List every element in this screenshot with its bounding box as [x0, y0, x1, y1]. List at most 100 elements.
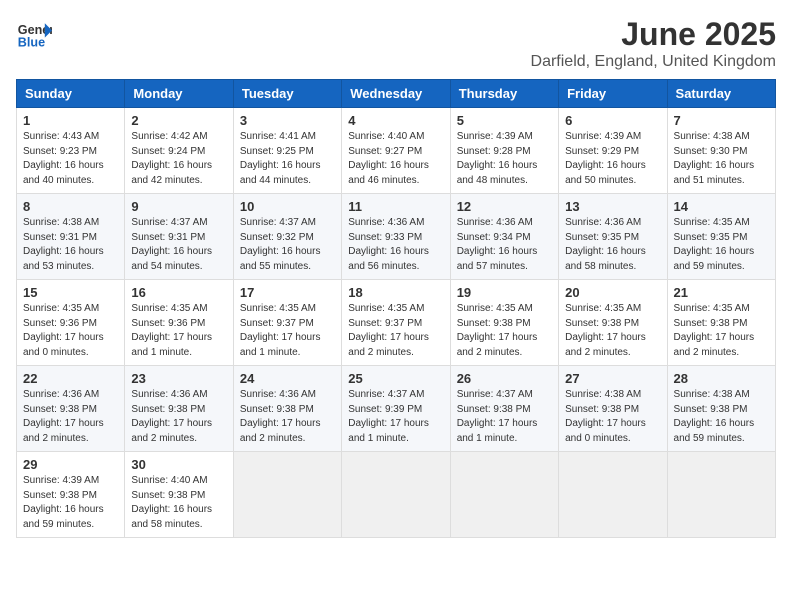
header-tuesday: Tuesday — [233, 80, 341, 108]
calendar-cell: 9 Sunrise: 4:37 AM Sunset: 9:31 PM Daylig… — [125, 194, 233, 280]
header-wednesday: Wednesday — [342, 80, 450, 108]
calendar-cell: 29Sunrise: 4:39 AM Sunset: 9:38 PM Dayli… — [17, 452, 125, 538]
calendar-cell: 22 Sunrise: 4:36 AM Sunset: 9:38 PM Dayli… — [17, 366, 125, 452]
day-info: Sunrise: 4:37 AM Sunset: 9:39 PM Dayligh… — [348, 388, 443, 446]
header-friday: Friday — [559, 80, 667, 108]
calendar-cell: 21Sunrise: 4:35 AM Sunset: 9:38 PM Dayli… — [667, 280, 775, 366]
calendar-cell: 6Sunrise: 4:39 AM Sunset: 9:29 PM Daylig… — [559, 108, 667, 194]
day-number: 11 — [348, 199, 443, 214]
calendar-cell: 20 Sunrise: 4:35 AM Sunset: 9:38 PM Dayli… — [559, 280, 667, 366]
day-info: Sunrise: 4:35 AM Sunset: 9:36 PM Dayligh… — [131, 302, 226, 360]
day-number: 26 — [457, 371, 552, 386]
header-sunday: Sunday — [17, 80, 125, 108]
day-info: Sunrise: 4:40 AM Sunset: 9:27 PM Dayligh… — [348, 130, 443, 188]
calendar-cell: 26 Sunrise: 4:37 AM Sunset: 9:38 PM Dayli… — [450, 366, 558, 452]
calendar-cell: 13 Sunrise: 4:36 AM Sunset: 9:35 PM Dayli… — [559, 194, 667, 280]
calendar-cell — [450, 452, 558, 538]
day-number: 4 — [348, 113, 443, 128]
calendar-cell — [559, 452, 667, 538]
day-info: Sunrise: 4:35 AM Sunset: 9:37 PM Dayligh… — [348, 302, 443, 360]
header-saturday: Saturday — [667, 80, 775, 108]
calendar-cell: 11 Sunrise: 4:36 AM Sunset: 9:33 PM Dayli… — [342, 194, 450, 280]
day-info: Sunrise: 4:37 AM Sunset: 9:38 PM Dayligh… — [457, 388, 552, 446]
day-info: Sunrise: 4:35 AM Sunset: 9:36 PM Dayligh… — [23, 302, 118, 360]
calendar-cell: 1 Sunrise: 4:43 AM Sunset: 9:23 PM Daylig… — [17, 108, 125, 194]
calendar-cell: 28Sunrise: 4:38 AM Sunset: 9:38 PM Dayli… — [667, 366, 775, 452]
calendar-week-row: 29Sunrise: 4:39 AM Sunset: 9:38 PM Dayli… — [17, 452, 776, 538]
calendar-week-row: 8Sunrise: 4:38 AM Sunset: 9:31 PM Daylig… — [17, 194, 776, 280]
day-number: 8 — [23, 199, 118, 214]
day-info: Sunrise: 4:35 AM Sunset: 9:38 PM Dayligh… — [674, 302, 769, 360]
location-title: Darfield, England, United Kingdom — [531, 53, 776, 71]
calendar-cell: 23 Sunrise: 4:36 AM Sunset: 9:38 PM Dayli… — [125, 366, 233, 452]
day-number: 10 — [240, 199, 335, 214]
day-info: Sunrise: 4:35 AM Sunset: 9:38 PM Dayligh… — [565, 302, 660, 360]
day-info: Sunrise: 4:36 AM Sunset: 9:34 PM Dayligh… — [457, 216, 552, 274]
day-info: Sunrise: 4:37 AM Sunset: 9:31 PM Dayligh… — [131, 216, 226, 274]
day-info: Sunrise: 4:36 AM Sunset: 9:38 PM Dayligh… — [131, 388, 226, 446]
calendar-week-row: 1 Sunrise: 4:43 AM Sunset: 9:23 PM Daylig… — [17, 108, 776, 194]
calendar-week-row: 15 Sunrise: 4:35 AM Sunset: 9:36 PM Dayli… — [17, 280, 776, 366]
day-info: Sunrise: 4:37 AM Sunset: 9:32 PM Dayligh… — [240, 216, 335, 274]
day-number: 1 — [23, 113, 118, 128]
calendar-cell: 14Sunrise: 4:35 AM Sunset: 9:35 PM Dayli… — [667, 194, 775, 280]
day-info: Sunrise: 4:35 AM Sunset: 9:38 PM Dayligh… — [457, 302, 552, 360]
month-title: June 2025 — [531, 16, 776, 53]
calendar-cell — [667, 452, 775, 538]
day-info: Sunrise: 4:38 AM Sunset: 9:38 PM Dayligh… — [565, 388, 660, 446]
day-number: 3 — [240, 113, 335, 128]
calendar-cell: 7Sunrise: 4:38 AM Sunset: 9:30 PM Daylig… — [667, 108, 775, 194]
calendar-cell: 19 Sunrise: 4:35 AM Sunset: 9:38 PM Dayli… — [450, 280, 558, 366]
day-number: 14 — [674, 199, 769, 214]
svg-text:Blue: Blue — [18, 36, 45, 50]
calendar-cell: 2Sunrise: 4:42 AM Sunset: 9:24 PM Daylig… — [125, 108, 233, 194]
day-number: 9 — [131, 199, 226, 214]
day-number: 20 — [565, 285, 660, 300]
day-number: 30 — [131, 457, 226, 472]
calendar-week-row: 22 Sunrise: 4:36 AM Sunset: 9:38 PM Dayli… — [17, 366, 776, 452]
calendar-cell: 10 Sunrise: 4:37 AM Sunset: 9:32 PM Dayli… — [233, 194, 341, 280]
day-info: Sunrise: 4:38 AM Sunset: 9:30 PM Dayligh… — [674, 130, 769, 188]
day-number: 29 — [23, 457, 118, 472]
calendar-cell: 25 Sunrise: 4:37 AM Sunset: 9:39 PM Dayli… — [342, 366, 450, 452]
title-area: June 2025 Darfield, England, United King… — [531, 16, 776, 71]
day-number: 16 — [131, 285, 226, 300]
day-info: Sunrise: 4:40 AM Sunset: 9:38 PM Dayligh… — [131, 474, 226, 532]
calendar-header-row: SundayMondayTuesdayWednesdayThursdayFrid… — [17, 80, 776, 108]
day-info: Sunrise: 4:36 AM Sunset: 9:38 PM Dayligh… — [23, 388, 118, 446]
day-number: 19 — [457, 285, 552, 300]
calendar-cell: 18 Sunrise: 4:35 AM Sunset: 9:37 PM Dayli… — [342, 280, 450, 366]
header-monday: Monday — [125, 80, 233, 108]
calendar-cell: 15 Sunrise: 4:35 AM Sunset: 9:36 PM Dayli… — [17, 280, 125, 366]
calendar-cell: 24Sunrise: 4:36 AM Sunset: 9:38 PM Dayli… — [233, 366, 341, 452]
calendar-cell: 3 Sunrise: 4:41 AM Sunset: 9:25 PM Daylig… — [233, 108, 341, 194]
day-info: Sunrise: 4:42 AM Sunset: 9:24 PM Dayligh… — [131, 130, 226, 188]
day-info: Sunrise: 4:36 AM Sunset: 9:35 PM Dayligh… — [565, 216, 660, 274]
calendar-cell: 16 Sunrise: 4:35 AM Sunset: 9:36 PM Dayli… — [125, 280, 233, 366]
calendar-cell: 27 Sunrise: 4:38 AM Sunset: 9:38 PM Dayli… — [559, 366, 667, 452]
logo-icon: General Blue — [16, 16, 52, 52]
calendar-cell — [342, 452, 450, 538]
calendar-cell: 4 Sunrise: 4:40 AM Sunset: 9:27 PM Daylig… — [342, 108, 450, 194]
day-info: Sunrise: 4:41 AM Sunset: 9:25 PM Dayligh… — [240, 130, 335, 188]
calendar-cell: 30 Sunrise: 4:40 AM Sunset: 9:38 PM Dayli… — [125, 452, 233, 538]
day-number: 15 — [23, 285, 118, 300]
day-info: Sunrise: 4:38 AM Sunset: 9:38 PM Dayligh… — [674, 388, 769, 446]
day-info: Sunrise: 4:43 AM Sunset: 9:23 PM Dayligh… — [23, 130, 118, 188]
day-number: 13 — [565, 199, 660, 214]
calendar-cell: 8Sunrise: 4:38 AM Sunset: 9:31 PM Daylig… — [17, 194, 125, 280]
day-number: 23 — [131, 371, 226, 386]
day-number: 27 — [565, 371, 660, 386]
day-number: 12 — [457, 199, 552, 214]
calendar-table: SundayMondayTuesdayWednesdayThursdayFrid… — [16, 79, 776, 538]
day-number: 18 — [348, 285, 443, 300]
day-number: 24 — [240, 371, 335, 386]
day-info: Sunrise: 4:35 AM Sunset: 9:37 PM Dayligh… — [240, 302, 335, 360]
day-number: 25 — [348, 371, 443, 386]
logo: General Blue — [16, 16, 52, 52]
day-info: Sunrise: 4:36 AM Sunset: 9:33 PM Dayligh… — [348, 216, 443, 274]
header-thursday: Thursday — [450, 80, 558, 108]
header: General Blue June 2025 Darfield, England… — [16, 16, 776, 71]
day-number: 22 — [23, 371, 118, 386]
day-number: 5 — [457, 113, 552, 128]
